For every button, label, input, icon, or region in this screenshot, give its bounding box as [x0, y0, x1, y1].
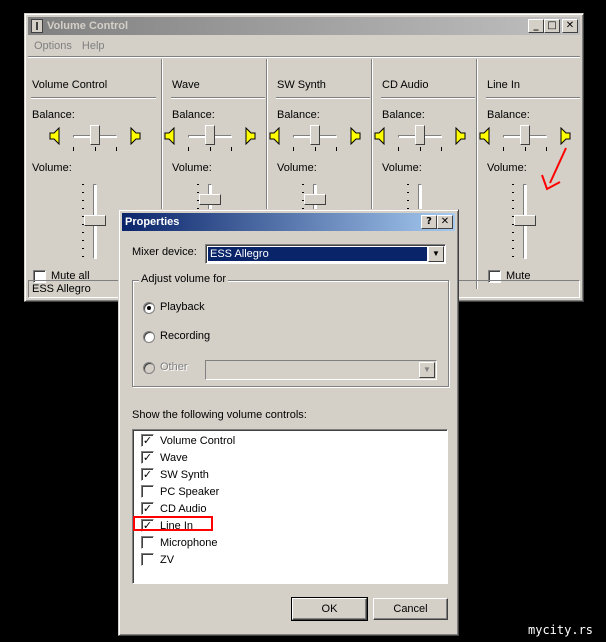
- cancel-button[interactable]: Cancel: [373, 598, 448, 620]
- maximize-button[interactable]: □: [544, 19, 560, 33]
- volume-slider[interactable]: [199, 193, 221, 205]
- controls-label: Show the following volume controls:: [132, 409, 307, 421]
- control-item-volume-control[interactable]: ✓ Volume Control: [141, 432, 235, 449]
- speaker-right-icon: [560, 127, 571, 145]
- speaker-right-icon: [455, 127, 466, 145]
- volume-label: Volume:: [382, 162, 422, 174]
- column-title: Line In: [487, 79, 521, 91]
- close-button[interactable]: ✕: [562, 19, 578, 33]
- control-label: ZV: [160, 553, 175, 566]
- volume-label: Volume:: [277, 162, 317, 174]
- control-checkbox[interactable]: ✓: [141, 451, 154, 464]
- speaker-right-icon: [350, 127, 361, 145]
- volume-label: Volume:: [32, 162, 72, 174]
- speaker-right-icon: [130, 127, 141, 145]
- minimize-button[interactable]: _: [528, 19, 544, 33]
- balance-label: Balance:: [487, 109, 530, 121]
- column-title: SW Synth: [277, 79, 326, 91]
- speaker-right-icon: [245, 127, 256, 145]
- balance-slider[interactable]: [310, 125, 320, 145]
- column-title: Wave: [172, 79, 200, 91]
- other-dropdown-arrow-icon: ▼: [419, 362, 435, 378]
- recording-label[interactable]: Recording: [160, 330, 210, 342]
- control-label: Volume Control: [160, 434, 236, 447]
- control-checkbox[interactable]: ✓: [141, 434, 154, 447]
- column-title: Volume Control: [32, 79, 108, 91]
- control-item-microphone[interactable]: Microphone: [141, 534, 217, 551]
- mixer-device-select[interactable]: ESS Allegro ▼: [205, 244, 446, 264]
- adjust-group-label: Adjust volume for: [139, 273, 228, 285]
- balance-slider[interactable]: [205, 125, 215, 145]
- control-checkbox[interactable]: ✓: [141, 468, 154, 481]
- balance-label: Balance:: [277, 109, 320, 121]
- balance-label: Balance:: [32, 109, 75, 121]
- control-item-zv[interactable]: ZV: [141, 551, 174, 568]
- volume-control-titlebar[interactable]: Volume Control _ □ ✕: [28, 17, 580, 35]
- speaker-left-icon: [374, 127, 385, 145]
- other-radio: [143, 362, 155, 374]
- app-icon: [31, 19, 43, 33]
- balance-label: Balance:: [172, 109, 215, 121]
- speaker-left-icon: [479, 127, 490, 145]
- other-label: Other: [160, 361, 188, 373]
- volume-slider[interactable]: [84, 214, 106, 226]
- volume-label: Volume:: [487, 162, 527, 174]
- control-label: Wave: [160, 451, 188, 464]
- volume-slider[interactable]: [514, 214, 536, 226]
- menu-help[interactable]: Help: [77, 38, 110, 56]
- balance-slider[interactable]: [90, 125, 100, 145]
- line-in-highlight: [133, 516, 213, 531]
- control-checkbox[interactable]: [141, 536, 154, 549]
- column-title: CD Audio: [382, 79, 429, 91]
- volume-label: Volume:: [172, 162, 212, 174]
- other-select: ▼: [205, 360, 437, 380]
- control-item-wave[interactable]: ✓ Wave: [141, 449, 188, 466]
- control-label: PC Speaker: [160, 485, 220, 498]
- properties-titlebar[interactable]: Properties ? ✕: [122, 213, 455, 231]
- control-item-cd-audio[interactable]: ✓ CD Audio: [141, 500, 206, 517]
- window-title: Volume Control: [47, 20, 129, 32]
- menu-bar: Options Help: [29, 38, 110, 56]
- playback-radio[interactable]: [143, 302, 155, 314]
- control-label: Microphone: [160, 536, 218, 549]
- balance-label: Balance:: [382, 109, 425, 121]
- control-label: SW Synth: [160, 468, 209, 481]
- control-item-sw-synth[interactable]: ✓ SW Synth: [141, 466, 209, 483]
- control-checkbox[interactable]: ✓: [141, 502, 154, 515]
- mixer-device-value: ESS Allegro: [208, 247, 427, 261]
- help-button[interactable]: ?: [421, 215, 437, 229]
- control-item-pc-speaker[interactable]: PC Speaker: [141, 483, 219, 500]
- control-checkbox[interactable]: [141, 485, 154, 498]
- dialog-close-button[interactable]: ✕: [437, 215, 453, 229]
- red-arrow-annotation: [541, 147, 567, 191]
- playback-label[interactable]: Playback: [160, 301, 205, 313]
- balance-slider[interactable]: [415, 125, 425, 145]
- volume-slider[interactable]: [304, 193, 326, 205]
- status-device: ESS Allegro: [32, 283, 91, 295]
- balance-slider[interactable]: [520, 125, 530, 145]
- controls-list[interactable]: ✓ Volume Control ✓ Wave ✓ SW Synth PC Speaker ✓…: [132, 429, 448, 584]
- menu-options[interactable]: Options: [29, 38, 77, 56]
- speaker-left-icon: [269, 127, 280, 145]
- speaker-left-icon: [49, 127, 60, 145]
- properties-dialog: Properties ? ✕ Mixer device: ESS Allegro…: [118, 209, 459, 636]
- speaker-left-icon: [164, 127, 175, 145]
- control-checkbox[interactable]: [141, 553, 154, 566]
- recording-radio[interactable]: [143, 331, 155, 343]
- mixer-device-label: Mixer device:: [132, 246, 197, 258]
- ok-button[interactable]: OK: [291, 597, 368, 621]
- control-label: CD Audio: [160, 502, 207, 515]
- watermark: mycity.rs: [528, 623, 594, 637]
- column-divider: [476, 59, 478, 289]
- dialog-title: Properties: [125, 216, 180, 228]
- dropdown-arrow-icon[interactable]: ▼: [428, 246, 444, 262]
